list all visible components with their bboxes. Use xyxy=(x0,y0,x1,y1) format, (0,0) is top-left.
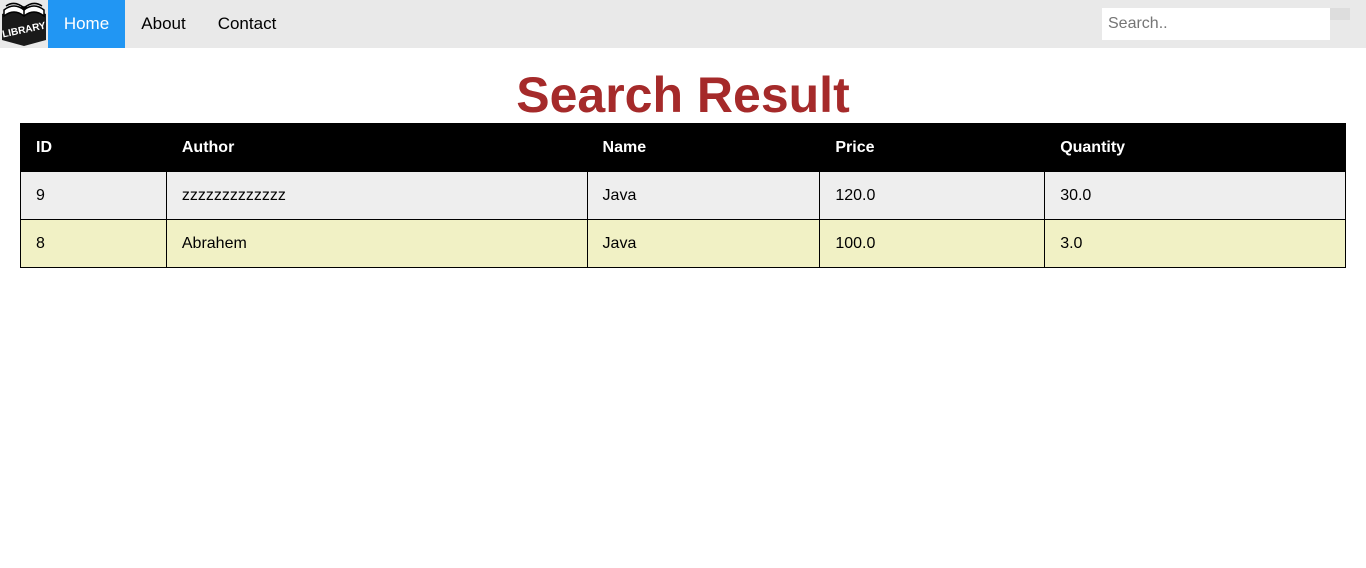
column-header-id: ID xyxy=(20,123,167,172)
search-results-table: ID Author Name Price Quantity 9 zzzzzzzz… xyxy=(20,123,1346,268)
cell-name: Java xyxy=(586,219,821,268)
library-book-logo-icon[interactable]: LIBRARY xyxy=(0,0,48,48)
cell-name: Java xyxy=(586,171,821,220)
cell-id: 8 xyxy=(20,219,167,268)
cell-author: Abrahem xyxy=(165,219,588,268)
nav-contact-link[interactable]: Contact xyxy=(202,0,292,48)
column-header-author: Author xyxy=(165,123,588,172)
cell-quantity: 3.0 xyxy=(1044,219,1346,268)
table-row: 8 Abrahem Java 100.0 3.0 xyxy=(20,219,1346,268)
table-row: 9 zzzzzzzzzzzzz Java 120.0 30.0 xyxy=(20,171,1346,220)
column-header-name: Name xyxy=(586,123,821,172)
search-input[interactable] xyxy=(1102,8,1330,40)
column-header-price: Price xyxy=(819,123,1046,172)
cell-price: 120.0 xyxy=(819,171,1046,220)
cell-author: zzzzzzzzzzzzz xyxy=(165,171,588,220)
top-navigation-bar: LIBRARY Home About Contact xyxy=(0,0,1366,48)
cell-id: 9 xyxy=(20,171,167,220)
search-button[interactable] xyxy=(1330,8,1350,20)
column-header-quantity: Quantity xyxy=(1044,123,1346,172)
table-header-row: ID Author Name Price Quantity xyxy=(20,123,1346,172)
nav-about-link[interactable]: About xyxy=(125,0,202,48)
cell-quantity: 30.0 xyxy=(1044,171,1346,220)
page-title: Search Result xyxy=(516,67,850,123)
nav-home-link[interactable]: Home xyxy=(48,0,125,48)
cell-price: 100.0 xyxy=(819,219,1046,268)
